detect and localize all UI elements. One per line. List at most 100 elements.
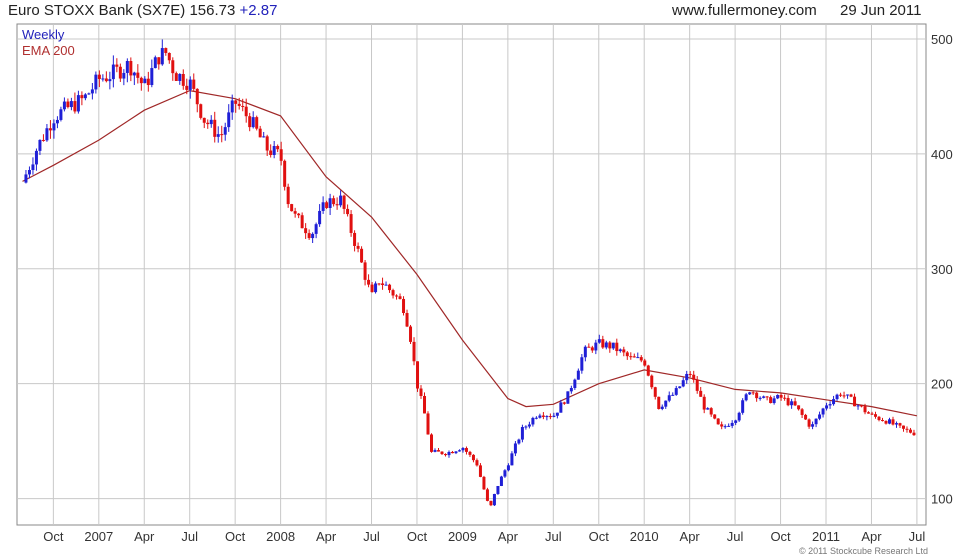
- candle-body: [912, 432, 916, 436]
- candle-body: [325, 202, 329, 208]
- x-tick-label: Apr: [498, 529, 519, 544]
- candle-body: [622, 349, 626, 353]
- candle-body: [489, 500, 493, 506]
- candle-body: [741, 400, 745, 413]
- candle-body: [59, 109, 63, 120]
- candle-body: [115, 64, 119, 67]
- candle-body: [510, 453, 514, 466]
- candle-body: [251, 117, 255, 128]
- candle-body: [751, 392, 755, 394]
- candle-body: [139, 77, 143, 84]
- candle-body: [94, 74, 98, 90]
- y-tick-label: 300: [931, 262, 953, 277]
- candle-body: [681, 380, 685, 387]
- candle-body: [321, 202, 325, 211]
- candle-body: [734, 420, 738, 423]
- candle-body: [213, 119, 217, 137]
- candle-body: [272, 146, 276, 155]
- candle-body: [220, 134, 224, 136]
- x-tick-label: Jul: [727, 529, 744, 544]
- candle-body: [888, 419, 892, 424]
- candle-body: [506, 465, 510, 471]
- candle-body: [713, 414, 717, 419]
- candle-body: [562, 402, 566, 404]
- candle-body: [566, 391, 570, 404]
- candle-body: [24, 174, 28, 183]
- candle-body: [398, 296, 402, 299]
- x-tick-label: Oct: [407, 529, 428, 544]
- candle-body: [692, 374, 696, 380]
- candle-body: [807, 419, 811, 427]
- candle-body: [55, 119, 59, 124]
- candle-body: [185, 85, 189, 90]
- candle-body: [699, 390, 703, 397]
- candle-body: [709, 408, 713, 415]
- candle-body: [223, 127, 227, 135]
- candle-body: [832, 399, 836, 405]
- candle-body: [108, 79, 112, 82]
- x-tick-label: Apr: [680, 529, 701, 544]
- candle-body: [527, 424, 531, 427]
- candle-body: [461, 448, 465, 451]
- candle-body: [842, 395, 846, 397]
- candle-body: [814, 418, 818, 425]
- candle-body: [618, 349, 622, 352]
- candle-body: [34, 150, 38, 165]
- candle-body: [849, 394, 853, 397]
- candle-body: [244, 106, 248, 117]
- x-tick-label: Apr: [134, 529, 155, 544]
- candle-body: [66, 101, 70, 108]
- candle-body: [894, 423, 898, 425]
- candle-body: [905, 428, 909, 430]
- candle-body: [891, 419, 895, 425]
- candle-body: [409, 326, 413, 342]
- candle-body: [695, 379, 699, 391]
- candle-body: [419, 388, 423, 396]
- candle-body: [241, 105, 245, 107]
- candle-body: [884, 420, 888, 424]
- candle-body: [908, 429, 912, 433]
- copyright-notice: © 2011 Stockcube Research Ltd: [798, 546, 928, 556]
- candle-body: [559, 402, 563, 413]
- candle-body: [174, 73, 178, 81]
- candle-body: [342, 195, 346, 209]
- candle-body: [433, 450, 437, 452]
- x-tick-label: Apr: [861, 529, 882, 544]
- candle-body: [720, 424, 724, 427]
- candle-body: [52, 123, 56, 131]
- candle-body: [426, 413, 430, 435]
- candle-body: [499, 476, 503, 486]
- candle-body: [580, 357, 584, 371]
- candle-body: [496, 485, 500, 494]
- candle-body: [772, 398, 776, 404]
- candle-body: [101, 78, 105, 80]
- candle-body: [821, 408, 825, 415]
- candle-body: [545, 416, 549, 418]
- candle-body: [646, 365, 650, 376]
- candle-body: [685, 373, 689, 381]
- y-tick-label: 100: [931, 492, 953, 507]
- x-tick-label: Jul: [909, 529, 926, 544]
- candle-body: [587, 346, 591, 348]
- candle-body: [755, 392, 759, 399]
- candle-body: [164, 48, 168, 53]
- candle-body: [667, 395, 671, 401]
- candle-body: [381, 283, 385, 285]
- candle-body: [657, 396, 661, 409]
- candle-body: [76, 95, 80, 112]
- candle-body: [27, 170, 31, 175]
- candle-body: [83, 94, 87, 99]
- candle-body: [335, 204, 339, 206]
- x-tick-label: 2010: [630, 529, 659, 544]
- candle-body: [349, 214, 353, 233]
- candle-body: [167, 52, 171, 61]
- candle-body: [503, 470, 507, 477]
- candle-body: [650, 375, 654, 388]
- candle-body: [811, 424, 815, 427]
- candle-body: [258, 128, 262, 138]
- candle-body: [485, 489, 489, 501]
- candle-body: [716, 418, 720, 425]
- candle-body: [80, 95, 84, 99]
- candle-body: [541, 415, 545, 417]
- candle-body: [457, 450, 461, 452]
